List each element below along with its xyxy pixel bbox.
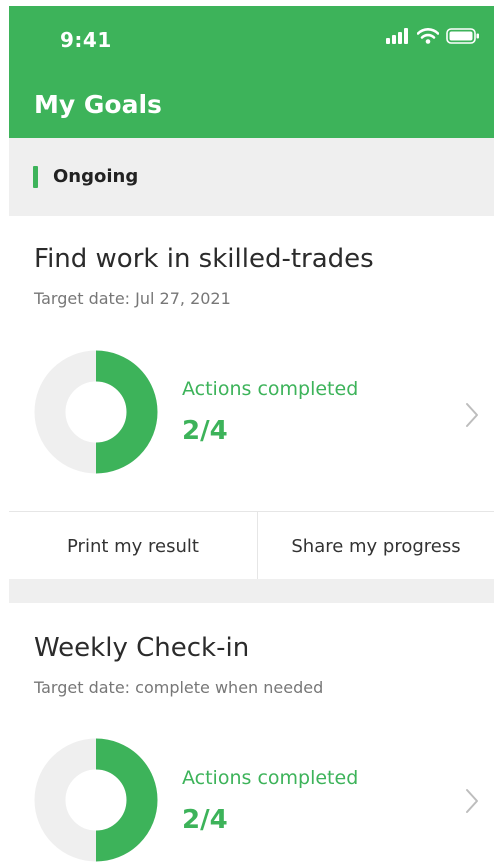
goal-target-date: Target date: Jul 27, 2021: [34, 289, 231, 308]
signal-icon: [386, 28, 408, 44]
actions-completed-value: 2/4: [182, 416, 228, 446]
goal-card[interactable]: Find work in skilled-trades Target date:…: [9, 216, 494, 511]
actions-completed-label: Actions completed: [182, 767, 359, 789]
progress-donut: [34, 738, 158, 862]
print-result-button[interactable]: Print my result: [9, 512, 257, 580]
share-progress-button[interactable]: Share my progress: [258, 512, 494, 580]
section-accent: [33, 166, 38, 188]
wifi-icon: [417, 28, 439, 44]
progress-donut: [34, 350, 158, 474]
goal-title: Find work in skilled-trades: [34, 244, 374, 274]
status-time: 9:41: [60, 28, 112, 52]
chevron-right-icon[interactable]: [465, 402, 479, 428]
actions-completed-label: Actions completed: [182, 378, 359, 400]
chevron-right-icon[interactable]: [465, 788, 479, 814]
goal-title: Weekly Check-in: [34, 633, 250, 663]
goal-card[interactable]: Weekly Check-in Target date: complete wh…: [9, 603, 494, 862]
donut-progress-arc: [95, 350, 158, 474]
donut-progress-arc: [95, 738, 158, 862]
page-title: My Goals: [34, 90, 162, 119]
section-label: Ongoing: [53, 166, 139, 187]
app-header: 9:41 My Goals: [9, 6, 494, 138]
battery-icon: [446, 28, 479, 44]
section-header: Ongoing: [9, 138, 494, 216]
goal-actions-row: Print my result Share my progress: [9, 511, 494, 580]
status-icons: [386, 28, 480, 44]
goal-target-date: Target date: complete when needed: [34, 678, 324, 697]
card-separator: [9, 579, 494, 603]
actions-completed-value: 2/4: [182, 805, 228, 835]
